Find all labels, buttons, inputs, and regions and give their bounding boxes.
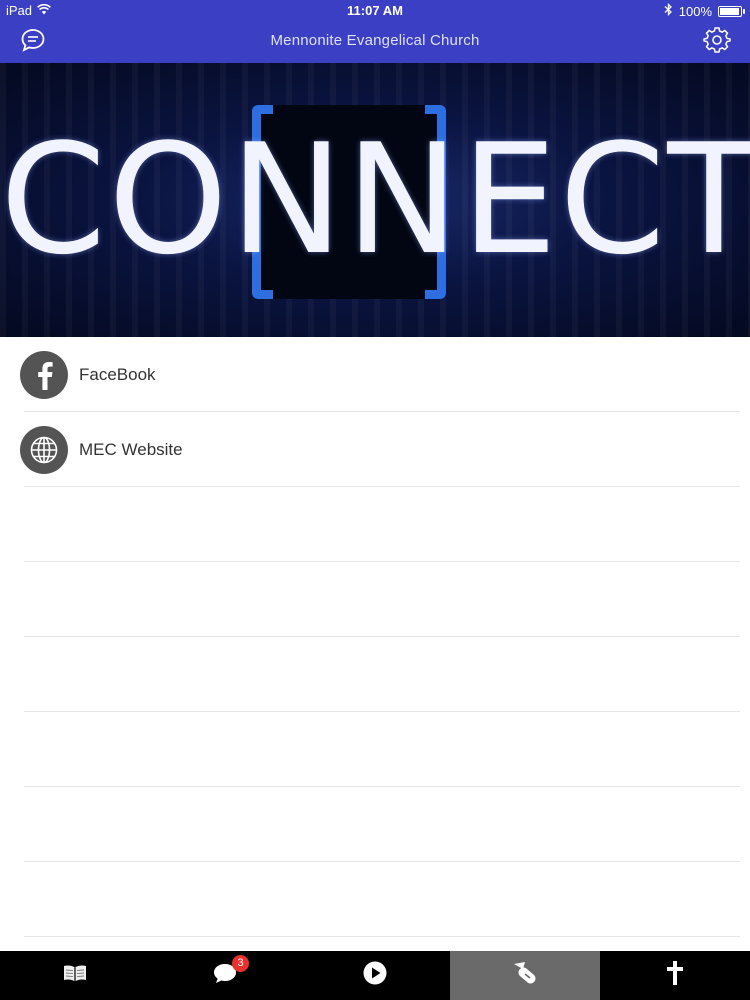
battery-percent: 100% xyxy=(678,3,712,19)
status-time: 11:07 AM xyxy=(347,3,403,18)
play-icon xyxy=(362,960,388,991)
list-item-label: FaceBook xyxy=(79,365,156,384)
list-item-label: MEC Website xyxy=(79,440,183,459)
list-item-facebook[interactable]: FaceBook xyxy=(20,337,740,412)
battery-icon xyxy=(718,5,745,17)
bluetooth-icon xyxy=(664,2,673,19)
cross-icon xyxy=(666,960,684,991)
navigation-bar: Mennonite Evangelical Church xyxy=(0,22,750,63)
tab-messages[interactable]: 3 xyxy=(150,951,300,1000)
tab-bar: 3 xyxy=(0,951,750,1000)
book-icon xyxy=(62,963,88,988)
messages-badge: 3 xyxy=(232,955,249,972)
list-item-empty xyxy=(24,862,740,937)
status-bar: iPad 11:07 AM 100% xyxy=(0,0,750,22)
list-item-mec-website[interactable]: MEC Website xyxy=(20,412,740,487)
facebook-icon xyxy=(20,351,68,399)
gear-icon xyxy=(703,26,731,59)
tab-connect[interactable] xyxy=(450,951,600,1000)
list-item-empty xyxy=(24,787,740,862)
page-title: Mennonite Evangelical Church xyxy=(270,32,480,49)
link-list: FaceBook MEC Website xyxy=(0,337,750,937)
tab-media[interactable] xyxy=(300,951,450,1000)
globe-icon xyxy=(20,426,68,474)
list-item-empty xyxy=(24,712,740,787)
tab-bible[interactable] xyxy=(0,951,150,1000)
tab-faith[interactable] xyxy=(600,951,750,1000)
top-bar: iPad 11:07 AM 100% Mennonite Evangelical… xyxy=(0,0,750,63)
settings-button[interactable] xyxy=(702,26,732,59)
list-item-empty xyxy=(24,487,740,562)
list-item-empty xyxy=(24,562,740,637)
banner-title: CONNECT xyxy=(0,111,750,288)
list-item-empty xyxy=(24,637,740,712)
connect-icon xyxy=(511,960,539,991)
connect-banner: CONNECT xyxy=(0,63,750,337)
